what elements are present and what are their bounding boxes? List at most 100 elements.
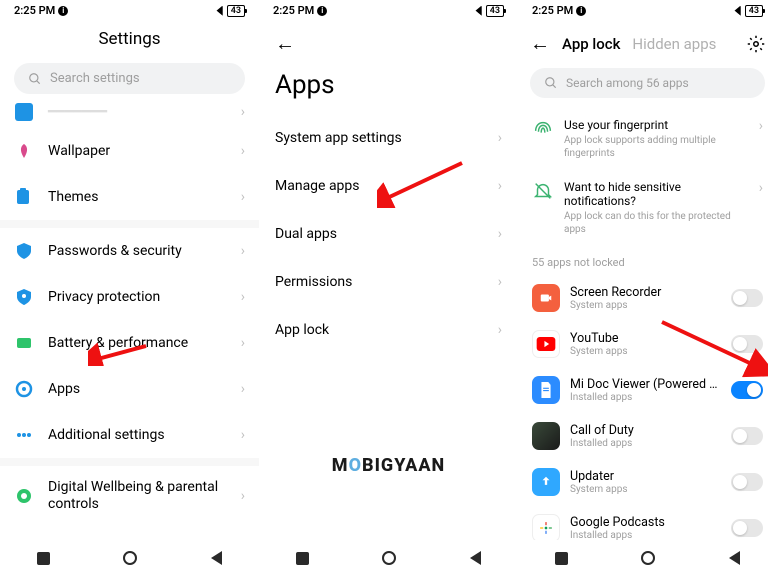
app-row-screen-recorder[interactable]: Screen RecorderSystem apps [518, 275, 777, 321]
info-icon: i [58, 6, 68, 16]
watermark: MOBIGYAAN [332, 455, 445, 476]
nav-recent[interactable] [296, 552, 309, 565]
midoc-icon [532, 376, 560, 404]
back-button[interactable]: ← [275, 31, 295, 56]
status-time: 2:25 PM [532, 4, 573, 17]
list-item-themes[interactable]: Themes › [0, 174, 259, 220]
list-item-permissions[interactable]: Permissions › [259, 258, 518, 306]
nav-back[interactable] [470, 551, 481, 565]
hint-notifications[interactable]: Want to hide sensitive notifications? Ap… [518, 170, 777, 246]
status-time: 2:25 PM [14, 4, 55, 17]
nav-home[interactable] [641, 551, 655, 565]
fingerprint-icon [532, 118, 554, 140]
home-icon [14, 102, 34, 122]
tab-hidden-apps[interactable]: Hidden apps [632, 35, 716, 53]
wallpaper-icon [14, 141, 34, 161]
wellbeing-icon [14, 486, 34, 506]
chevron-icon: › [498, 322, 502, 338]
chevron-icon: › [241, 189, 245, 205]
search-input[interactable]: Search among 56 apps [530, 68, 765, 98]
search-icon [544, 76, 558, 90]
android-navbar [259, 540, 518, 576]
app-row-updater[interactable]: UpdaterSystem apps [518, 459, 777, 505]
nav-recent[interactable] [37, 552, 50, 565]
section-label: 55 apps not locked [518, 246, 777, 275]
updater-icon [532, 468, 560, 496]
nav-recent[interactable] [555, 552, 568, 565]
chevron-icon: › [241, 104, 245, 120]
page-title: Settings [0, 21, 259, 63]
list-item-wellbeing[interactable]: Digital Wellbeing & parental controls › [0, 466, 259, 526]
nav-home[interactable] [123, 551, 137, 565]
tab-applock[interactable]: App lock [562, 35, 620, 53]
chevron-icon: › [498, 178, 502, 194]
gear-icon[interactable] [747, 35, 765, 53]
hint-fingerprint[interactable]: Use your fingerprint App lock supports a… [518, 108, 777, 170]
shield-icon [14, 241, 34, 261]
list-item-system-app[interactable]: System app settings › [259, 114, 518, 162]
list-item-applock[interactable]: App lock › [259, 306, 518, 354]
additional-icon [14, 425, 34, 445]
list-item-dual-apps[interactable]: Dual apps › [259, 210, 518, 258]
list-item-cut: ━━━━━━━ [48, 104, 227, 120]
toggle-screen-recorder[interactable] [731, 289, 763, 307]
toggle-youtube[interactable] [731, 335, 763, 353]
status-bar: 2:25 PM i 43 [518, 0, 777, 21]
bell-off-icon [532, 180, 554, 202]
status-bar: 2:25 PM i 43 [259, 0, 518, 21]
chevron-icon: › [241, 427, 245, 443]
chevron-icon: › [498, 130, 502, 146]
back-button[interactable]: ← [530, 31, 550, 56]
app-row-midoc[interactable]: Mi Doc Viewer (Powered b…Installed apps [518, 367, 777, 413]
signal-icon [470, 6, 482, 16]
list-item-apps[interactable]: Apps › [0, 366, 259, 412]
battery-perf-icon [14, 333, 34, 353]
toggle-podcasts[interactable] [731, 519, 763, 537]
apps-header: ← [259, 21, 518, 62]
screen-recorder-icon [532, 284, 560, 312]
themes-icon [14, 187, 34, 207]
nav-back[interactable] [211, 551, 222, 565]
search-icon [28, 72, 42, 86]
screen-applock: 2:25 PM i 43 ← App lock Hidden apps Sear… [518, 0, 777, 576]
privacy-icon [14, 287, 34, 307]
battery-icon: 43 [227, 5, 245, 17]
chevron-icon: › [759, 180, 763, 196]
youtube-icon [532, 330, 560, 358]
toggle-updater[interactable] [731, 473, 763, 491]
toggle-midoc[interactable] [731, 381, 763, 399]
chevron-icon: › [759, 118, 763, 134]
battery-icon: 43 [486, 5, 504, 17]
list-item-additional[interactable]: Additional settings › [0, 412, 259, 458]
search-input[interactable]: Search settings [14, 63, 245, 94]
list-item-passwords[interactable]: Passwords & security › [0, 228, 259, 274]
toggle-cod[interactable] [731, 427, 763, 445]
nav-back[interactable] [729, 551, 740, 565]
chevron-icon: › [498, 274, 502, 290]
list-item-battery[interactable]: Battery & performance › [0, 320, 259, 366]
apps-icon [14, 379, 34, 399]
chevron-icon: › [241, 381, 245, 397]
chevron-icon: › [498, 226, 502, 242]
signal-icon [211, 6, 223, 16]
chevron-icon: › [241, 488, 245, 504]
android-navbar [518, 540, 777, 576]
cod-icon [532, 422, 560, 450]
list-item-privacy[interactable]: Privacy protection › [0, 274, 259, 320]
app-row-cod[interactable]: Call of DutyInstalled apps [518, 413, 777, 459]
chevron-icon: › [241, 143, 245, 159]
list-item-manage-apps[interactable]: Manage apps › [259, 162, 518, 210]
status-time: 2:25 PM [273, 4, 314, 17]
battery-icon: 43 [745, 5, 763, 17]
search-placeholder: Search settings [50, 71, 140, 86]
app-row-youtube[interactable]: YouTubeSystem apps [518, 321, 777, 367]
status-bar: 2:25 PM i 43 [0, 0, 259, 21]
signal-icon [729, 6, 741, 16]
chevron-icon: › [241, 289, 245, 305]
chevron-icon: › [241, 335, 245, 351]
nav-home[interactable] [382, 551, 396, 565]
applock-header: ← App lock Hidden apps [518, 21, 777, 64]
chevron-icon: › [241, 243, 245, 259]
screen-apps: 2:25 PM i 43 ← Apps System app settings … [259, 0, 518, 576]
list-item-wallpaper[interactable]: Wallpaper › [0, 128, 259, 174]
